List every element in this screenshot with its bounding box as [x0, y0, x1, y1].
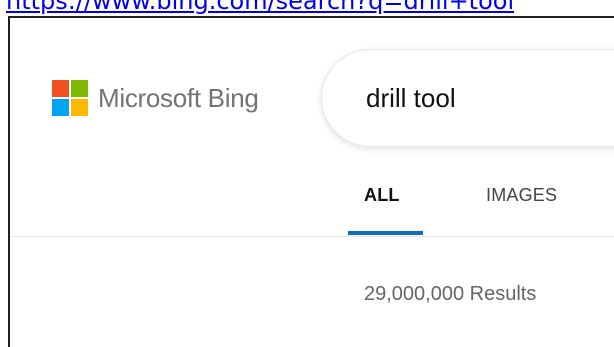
- logo-square-red: [52, 80, 69, 97]
- bing-logo[interactable]: Microsoft Bing: [52, 80, 259, 116]
- logo-square-green: [71, 80, 88, 97]
- search-input[interactable]: [366, 82, 614, 114]
- tab-images[interactable]: IMAGES: [486, 185, 557, 206]
- logo-square-yellow: [71, 99, 88, 116]
- active-tab-indicator: [348, 231, 423, 235]
- address-link[interactable]: https://www.bing.com/search?q=drill+tool: [6, 0, 514, 14]
- tab-all[interactable]: ALL: [364, 185, 400, 206]
- tabs-divider: [10, 236, 614, 237]
- logo-square-blue: [52, 99, 69, 116]
- results-count: 29,000,000 Results: [364, 283, 537, 305]
- logo-text: Microsoft Bing: [98, 82, 259, 113]
- browser-page: https://www.bing.com/search?q=drill+tool…: [0, 0, 614, 347]
- search-box[interactable]: [322, 50, 614, 146]
- microsoft-logo-icon: [52, 80, 88, 116]
